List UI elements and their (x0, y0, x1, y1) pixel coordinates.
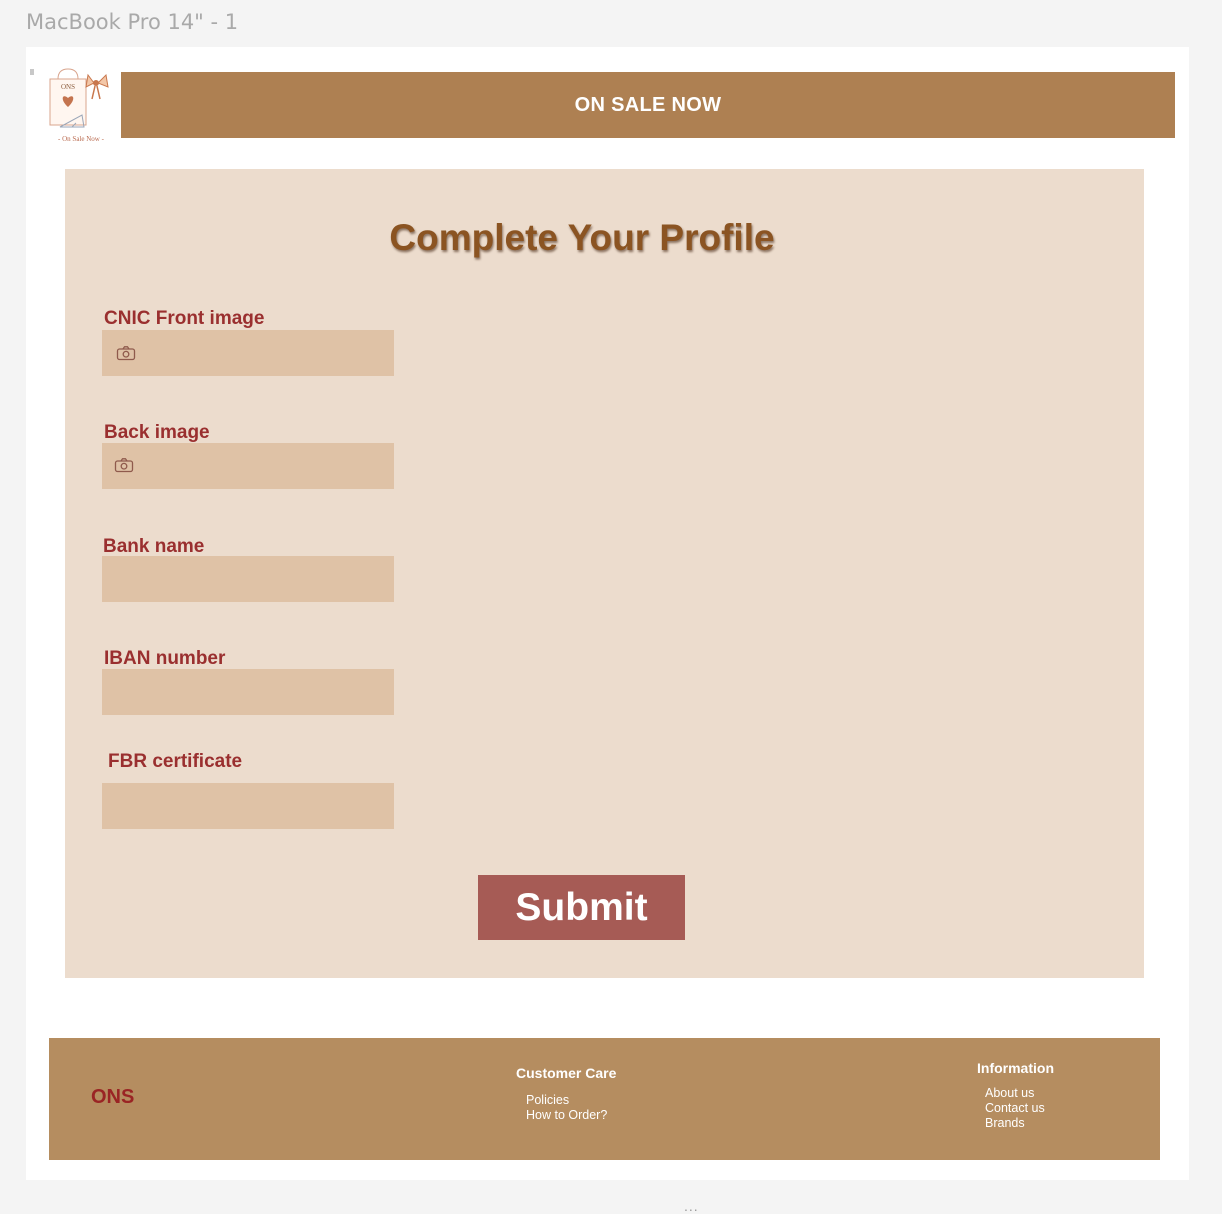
brand-logo[interactable]: ONS - On Sale Now - (42, 65, 120, 147)
customer-care-links: Policies How to Order? (526, 1093, 607, 1123)
policies-link[interactable]: Policies (526, 1093, 607, 1108)
back-image-upload[interactable] (102, 443, 394, 489)
back-image-label: Back image (104, 422, 210, 443)
about-us-link[interactable]: About us (985, 1086, 1045, 1101)
camera-icon[interactable] (114, 457, 134, 473)
iban-number-label: IBAN number (104, 648, 226, 669)
iban-number-input[interactable] (102, 669, 394, 715)
page-title: Complete Your Profile (389, 217, 775, 258)
footer: ONS Customer Care Policies How to Order?… (49, 1038, 1160, 1160)
frame-handle (30, 69, 34, 75)
brands-link[interactable]: Brands (985, 1116, 1045, 1131)
cnic-front-label: CNIC Front image (104, 308, 265, 329)
customer-care-heading: Customer Care (516, 1065, 617, 1081)
fbr-certificate-label: FBR certificate (108, 751, 243, 772)
bank-name-label: Bank name (103, 536, 205, 557)
page-frame: ONS - On Sale Now - ON SALE NOW Complete… (26, 47, 1189, 1180)
logo-monogram: ONS (61, 83, 75, 91)
logo-caption: - On Sale Now - (58, 135, 104, 143)
contact-us-link[interactable]: Contact us (985, 1101, 1045, 1116)
information-heading: Information (977, 1060, 1054, 1076)
how-to-order-link[interactable]: How to Order? (526, 1108, 607, 1123)
header-banner: ON SALE NOW (121, 72, 1175, 138)
footer-brand[interactable]: ONS (91, 1086, 134, 1109)
submit-button[interactable]: Submit (478, 875, 685, 940)
frame-title: MacBook Pro 14" - 1 (26, 10, 239, 34)
information-links: About us Contact us Brands (985, 1086, 1045, 1131)
cnic-front-upload[interactable] (102, 330, 394, 376)
bank-name-input[interactable] (102, 556, 394, 602)
profile-form-card: Complete Your Profile CNIC Front image B… (65, 169, 1144, 978)
camera-icon[interactable] (116, 345, 136, 361)
banner-text: ON SALE NOW (574, 93, 722, 116)
fbr-certificate-upload[interactable] (102, 783, 394, 829)
